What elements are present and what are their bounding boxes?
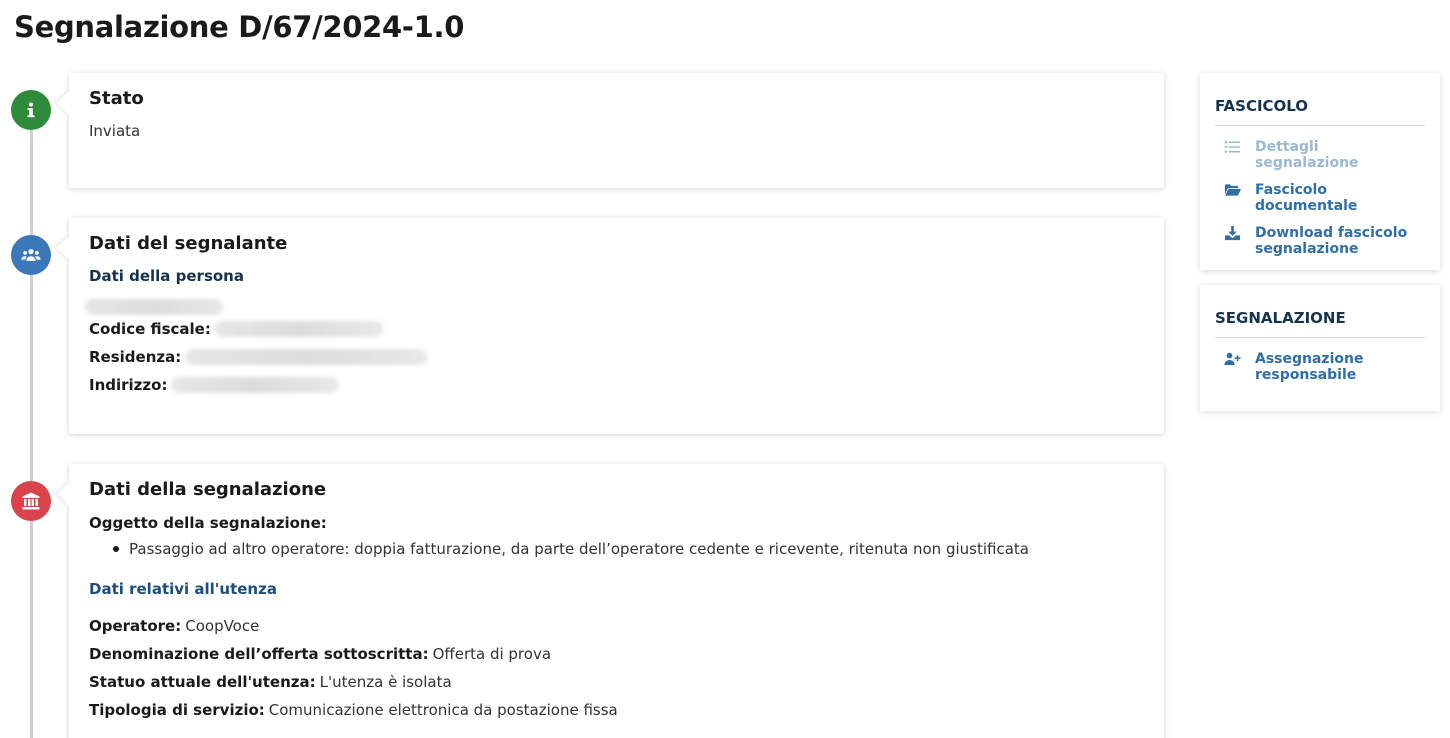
users-icon (11, 235, 51, 275)
oggetto-label: Oggetto della segnalazione: (89, 514, 327, 532)
user-plus-icon (1223, 351, 1241, 367)
indirizzo-field: Indirizzo: (89, 371, 1144, 399)
fascicolo-documentale-link[interactable]: Fascicolo documentale (1215, 177, 1425, 220)
operatore-field: Operatore: CoopVoce (89, 612, 1144, 640)
offerta-value: Offerta di prova (432, 645, 552, 663)
info-icon (11, 90, 51, 130)
stato-utenza-value: L'utenza è isolata (319, 673, 452, 691)
residenza-label: Residenza: (89, 348, 182, 366)
segnalazione-panel-title: SEGNALAZIONE (1215, 299, 1425, 338)
download-icon (1223, 225, 1241, 241)
list-icon (1223, 139, 1241, 155)
bank-icon (11, 481, 51, 521)
tipologia-servizio-value: Comunicazione elettronica da postazione … (268, 701, 618, 719)
redacted-residenza (185, 349, 428, 365)
segnalazione-title: Dati della segnalazione (89, 479, 327, 500)
redacted-name (85, 299, 223, 315)
page-title: Segnalazione D/67/2024-1.0 (14, 10, 465, 44)
folder-open-icon (1223, 182, 1241, 198)
codice-fiscale-field: Codice fiscale: (89, 315, 1144, 343)
segnalazione-panel: SEGNALAZIONE Assegnazione responsabile (1200, 285, 1440, 411)
segnalante-card: Dati del segnalante Dati della persona C… (69, 218, 1164, 434)
fascicolo-panel: FASCICOLO Dettagli segnalazione Fascicol… (1200, 73, 1440, 270)
persona-subtitle: Dati della persona (89, 267, 244, 285)
oggetto-list: Passaggio ad altro operatore: doppia fat… (109, 538, 1144, 560)
indirizzo-label: Indirizzo: (89, 376, 168, 394)
download-fascicolo-link[interactable]: Download fascicolo segnalazione (1215, 220, 1425, 263)
fascicolo-title: FASCICOLO (1215, 87, 1425, 126)
stato-title: Stato (89, 88, 144, 109)
utenza-subtitle: Dati relativi all'utenza (89, 580, 277, 598)
dettagli-segnalazione-link[interactable]: Dettagli segnalazione (1215, 134, 1425, 177)
operatore-value: CoopVoce (185, 617, 260, 635)
segnalante-title: Dati del segnalante (89, 233, 288, 254)
assegnazione-responsabile-link[interactable]: Assegnazione responsabile (1215, 346, 1425, 389)
redacted-indirizzo (171, 377, 340, 393)
tipologia-servizio-field: Tipologia di servizio: Comunicazione ele… (89, 696, 1144, 724)
offerta-field: Denominazione dell’offerta sottoscritta:… (89, 640, 1144, 668)
codice-fiscale-label: Codice fiscale: (89, 320, 211, 338)
residenza-field: Residenza: (89, 343, 1144, 371)
segnalazione-card: Dati della segnalazione Oggetto della se… (69, 464, 1164, 738)
redacted-codice-fiscale (214, 321, 383, 337)
stato-card: Stato Inviata (69, 73, 1164, 188)
stato-utenza-field: Statuo attuale dell'utenza: L'utenza è i… (89, 668, 1144, 696)
person-name-field (85, 299, 1144, 315)
list-item: Passaggio ad altro operatore: doppia fat… (109, 538, 1144, 560)
timeline-line (30, 110, 33, 738)
stato-value: Inviata (89, 122, 141, 140)
